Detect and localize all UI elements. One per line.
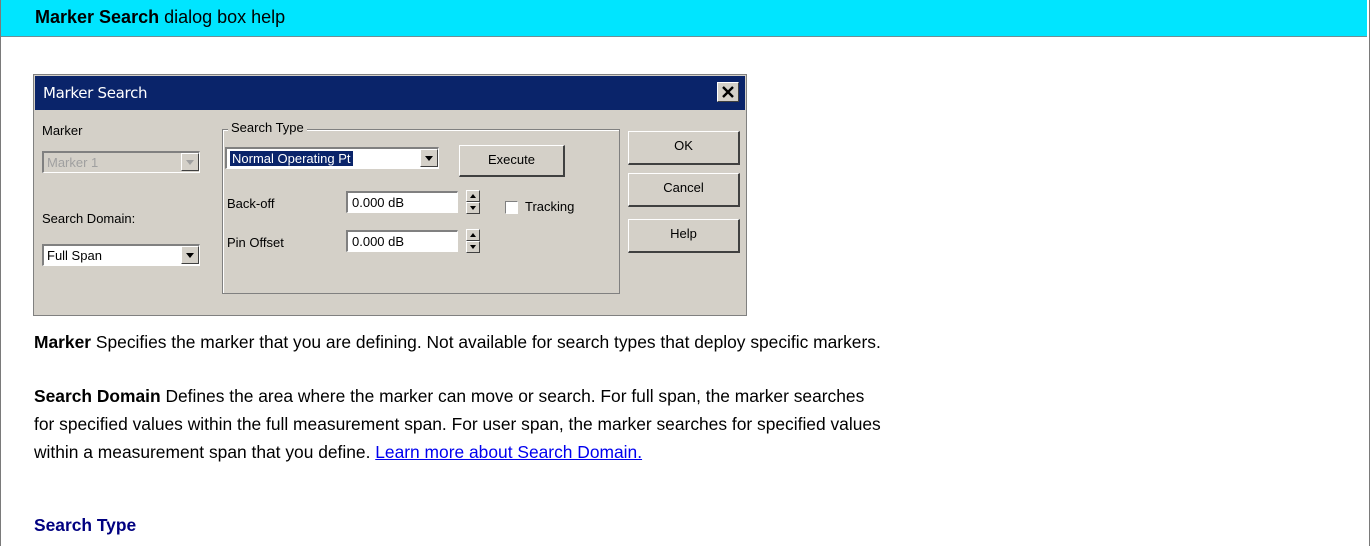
- marker-select: Marker 1: [42, 151, 200, 173]
- tracking-checkbox[interactable]: [505, 201, 518, 214]
- pin-offset-label: Pin Offset: [227, 235, 284, 250]
- search-domain-description-line1: Search Domain Defines the area where the…: [34, 386, 865, 406]
- marker-search-dialog-image: Marker Search Marker Marker 1 Search Dom…: [33, 74, 747, 316]
- help-header-title: Marker Search dialog box help: [35, 7, 286, 27]
- search-type-section-heading: Search Type: [34, 515, 137, 535]
- tracking-label: Tracking: [525, 199, 575, 214]
- search-type-group-label: Search Type: [228, 120, 307, 135]
- execute-button[interactable]: Execute: [459, 145, 565, 177]
- search-domain-label: Search Domain:: [42, 211, 136, 226]
- search-domain-description-line3: within a measurement span that you defin…: [34, 442, 643, 462]
- search-domain-term: Search Domain: [34, 386, 161, 406]
- backoff-input[interactable]: 0.000 dB: [346, 191, 458, 213]
- marker-description: Marker Specifies the marker that you are…: [34, 332, 881, 352]
- spin-down-icon[interactable]: [466, 202, 480, 214]
- dialog-titlebar: Marker Search: [35, 76, 745, 110]
- spin-up-icon[interactable]: [466, 190, 480, 202]
- cancel-button[interactable]: Cancel: [628, 173, 740, 207]
- close-icon: [722, 86, 734, 98]
- chevron-down-icon: [181, 153, 199, 171]
- close-button[interactable]: [717, 82, 739, 102]
- dialog-title: Marker Search: [43, 84, 148, 102]
- marker-label: Marker: [42, 123, 83, 138]
- pin-offset-input[interactable]: 0.000 dB: [346, 230, 458, 252]
- spin-up-icon[interactable]: [466, 229, 480, 241]
- search-domain-select[interactable]: Full Span: [42, 244, 200, 266]
- backoff-spinner[interactable]: [466, 190, 480, 214]
- help-header-bar: Marker Search dialog box help: [1, 0, 1367, 37]
- spin-down-icon[interactable]: [466, 241, 480, 253]
- search-domain-description-line2: for specified values within the full mea…: [34, 414, 881, 434]
- help-button[interactable]: Help: [628, 219, 740, 253]
- chevron-down-icon[interactable]: [420, 149, 438, 167]
- backoff-label: Back-off: [227, 196, 275, 211]
- learn-more-search-domain-link[interactable]: Learn more about Search Domain.: [375, 442, 642, 462]
- search-type-select[interactable]: Normal Operating Pt: [225, 147, 439, 169]
- chevron-down-icon[interactable]: [181, 246, 199, 264]
- marker-term: Marker: [34, 332, 92, 352]
- pin-offset-spinner[interactable]: [466, 229, 480, 253]
- ok-button[interactable]: OK: [628, 131, 740, 165]
